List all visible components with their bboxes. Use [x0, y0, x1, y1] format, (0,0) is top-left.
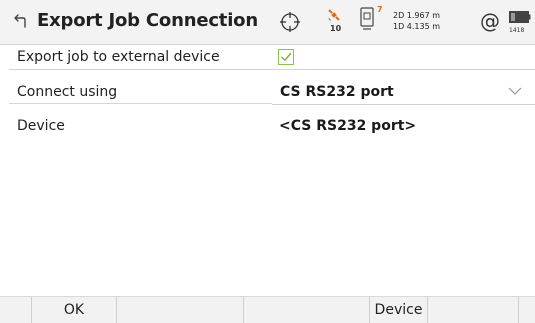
crosshair-icon[interactable] — [279, 11, 301, 33]
softkey-bar: OK Device — [0, 296, 535, 323]
row-divider — [9, 69, 535, 70]
connect-using-select[interactable]: CS RS232 port — [272, 80, 535, 105]
ok-button[interactable]: OK — [32, 297, 117, 323]
title-bar: Export Job Connection 10 7 2D 1.967 m 1D… — [0, 0, 535, 45]
connect-row: Connect using CS RS232 port — [0, 80, 535, 105]
battery-icon[interactable] — [509, 11, 531, 23]
softkey-f2[interactable] — [117, 297, 244, 323]
precision-readout: 2D 1.967 m 1D 4.135 m — [393, 10, 440, 32]
checkmark-icon — [281, 52, 292, 61]
softkey-f3[interactable] — [244, 297, 370, 323]
connect-value: CS RS232 port — [280, 84, 394, 100]
at-icon[interactable]: @ — [480, 9, 500, 33]
device-value: <CS RS232 port> — [279, 118, 417, 134]
precision-1d: 1D 4.135 m — [393, 22, 441, 31]
satellite-icon[interactable] — [327, 8, 341, 22]
device-label: Device — [17, 118, 65, 134]
softkey-f6[interactable] — [519, 297, 535, 323]
device-row: Device <CS RS232 port> — [0, 114, 535, 138]
device-button[interactable]: Device — [370, 297, 428, 323]
row-divider — [9, 103, 272, 104]
clock: 1418 — [509, 27, 525, 34]
export-checkbox[interactable] — [278, 49, 294, 65]
precision-2d: 2D 1.967 m — [393, 11, 441, 20]
export-row: Export job to external device — [0, 46, 535, 70]
back-arrow-icon[interactable] — [13, 12, 31, 30]
export-job-connection-screen: Export Job Connection 10 7 2D 1.967 m 1D… — [0, 0, 535, 323]
satellite-count: 10 — [330, 24, 342, 33]
softkey-f5[interactable] — [428, 297, 519, 323]
chevron-down-icon — [508, 87, 522, 95]
device-icon[interactable] — [360, 7, 374, 33]
page-title: Export Job Connection — [37, 10, 258, 31]
export-label: Export job to external device — [17, 49, 220, 65]
device-number: 7 — [377, 5, 383, 14]
connect-label: Connect using — [17, 84, 118, 100]
softkey-spacer — [0, 297, 32, 323]
